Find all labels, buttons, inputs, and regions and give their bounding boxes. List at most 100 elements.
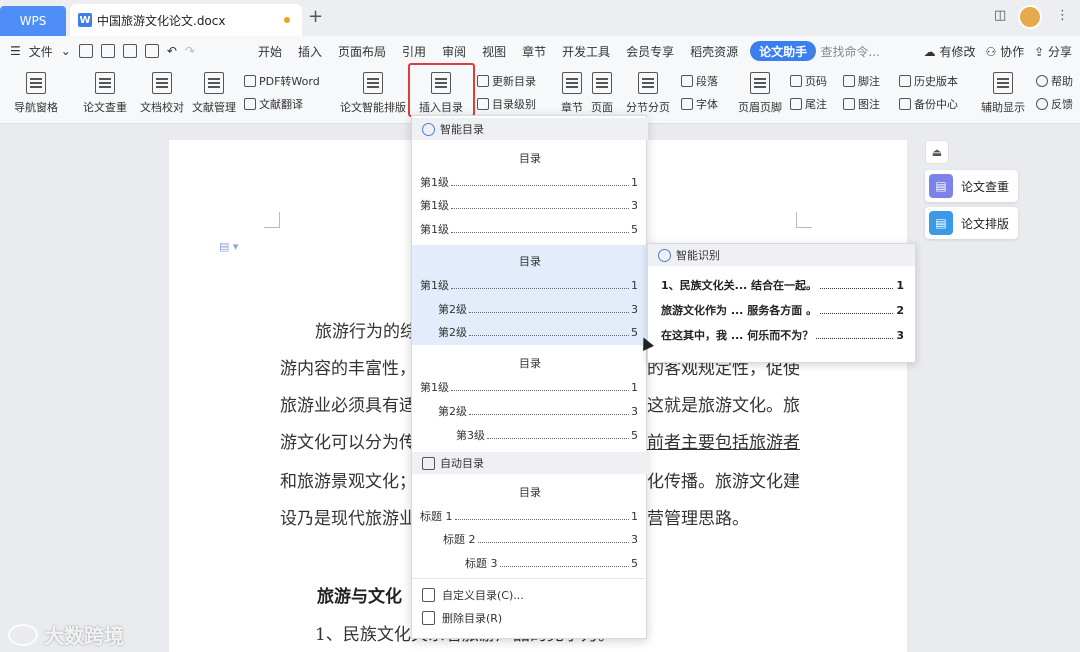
share-label: 分享 — [1047, 45, 1072, 59]
save-icon[interactable] — [78, 44, 93, 58]
menu-tab[interactable]: 章节 — [514, 36, 554, 66]
footnote-button[interactable]: 脚注 — [843, 73, 880, 89]
menu-tab[interactable]: 引用 — [394, 36, 434, 66]
smart-detect-row-text: 旅游文化作为 ... 服务各方面 。 — [661, 304, 818, 317]
pdf-to-word-button[interactable]: PDF转Word — [244, 73, 320, 89]
menu-tab[interactable]: 插入 — [290, 36, 330, 66]
document-tab[interactable]: W 中国旅游文化论文.docx — [70, 4, 302, 36]
feedback-label: 反馈 — [1051, 98, 1073, 111]
body-line: 旅游业必须具有适 — [280, 396, 416, 416]
layout-toggle-icon[interactable]: ◫ — [994, 8, 1006, 23]
assist-display-button[interactable]: 辅助显示 — [974, 66, 1032, 115]
menu-bar: ☰ 文件 ⌄ ↶ ↷ 开始 插入 页面布局 引用 审阅 视图 章节 开发工具 会员专享 稻壳资源论… — [0, 36, 1080, 66]
page-button[interactable]: 页面 — [588, 66, 616, 115]
hamburger-icon[interactable]: ☰ — [10, 44, 21, 58]
history-button[interactable]: 历史版本 — [899, 73, 958, 89]
command-search[interactable]: ⌕ 查找命令... — [810, 43, 880, 60]
paragraph-button[interactable]: 段落 — [681, 73, 718, 89]
custom-toc-label: 自定义目录(C)... — [442, 589, 524, 602]
smart-layout-button[interactable]: 论文智能排版 — [338, 66, 408, 115]
section-button[interactable]: 章节 — [556, 66, 588, 115]
more-menu-icon[interactable]: ⋮ — [1056, 8, 1069, 23]
menu-tab[interactable]: 开始 — [250, 36, 290, 66]
body-line: 游内容的丰富性， — [280, 359, 416, 379]
reference-icon — [204, 72, 224, 94]
menu-tab[interactable]: 视图 — [474, 36, 514, 66]
side-plagiarism-button[interactable]: ▤ 论文查重 — [925, 170, 1018, 202]
toc-template-title: 目录 — [519, 152, 541, 165]
margin-corner — [264, 212, 280, 228]
endnote-button[interactable]: 尾注 — [790, 96, 827, 112]
pdf-to-word-label: PDF转Word — [259, 75, 320, 88]
collab-label: 协作 — [1000, 45, 1025, 59]
menu-tab[interactable]: 页面布局 — [330, 36, 394, 66]
smart-detect-row-page: 1 — [896, 279, 904, 292]
history-icon — [899, 75, 911, 87]
toc-level-button[interactable]: 目录级别 — [477, 96, 536, 112]
redo-icon[interactable]: ↷ — [185, 44, 195, 58]
chevron-down-icon[interactable]: ⌄ — [61, 44, 71, 58]
smart-detect-row[interactable]: 在这其中，我 ... 何乐而不为？ 3 — [661, 327, 904, 343]
dropdown-divider — [412, 578, 648, 579]
caption-button[interactable]: 图注 — [843, 96, 880, 112]
toc-template-title: 目录 — [519, 255, 541, 268]
unsaved-indicator — [284, 17, 290, 23]
share-button[interactable]: ⇪ 分享 — [1034, 43, 1072, 60]
smart-detect-row-text: 1、民族文化关... 结合在一起。 — [661, 279, 818, 292]
menu-tab[interactable]: 稻壳资源 — [682, 36, 746, 66]
toc-template-2[interactable]: 目录 第1级 1 第2级 3 第2级 5 — [412, 245, 648, 345]
print-icon[interactable] — [122, 44, 137, 58]
delete-toc-button[interactable]: 删除目录(R) — [422, 610, 502, 626]
user-avatar[interactable] — [1018, 5, 1042, 29]
header-footer-label: 页眉页脚 — [738, 101, 782, 114]
wps-home-tab[interactable]: WPS — [0, 6, 66, 36]
toc-line: 第2级 3 — [438, 405, 638, 418]
section-break-button[interactable]: 分节分页 — [620, 66, 676, 115]
menu-tab[interactable]: 论文助手 — [750, 41, 817, 61]
backup-button[interactable]: 备份中心 — [899, 96, 958, 112]
paste-options-icon[interactable]: ▤ ▾ — [219, 240, 238, 253]
footnote-icon — [843, 75, 855, 87]
history-label: 历史版本 — [914, 75, 958, 88]
proofread-button[interactable]: 文档校对 — [138, 66, 186, 115]
nav-pane-label: 导航窗格 — [14, 101, 58, 114]
body-line-fragment: 这就是旅游文化。旅 — [647, 396, 800, 416]
feedback-icon — [1036, 98, 1048, 110]
export-pdf-icon[interactable] — [100, 44, 115, 58]
preview-icon[interactable] — [144, 44, 159, 58]
font-button[interactable]: 字体 — [681, 96, 718, 112]
changes-button[interactable]: ☁ 有修改 — [924, 43, 976, 60]
proofread-label: 文档校对 — [140, 101, 184, 114]
menu-tab[interactable]: 会员专享 — [618, 36, 682, 66]
side-layout-button[interactable]: ▤ 论文排版 — [925, 207, 1018, 239]
toc-line: 标题 23 — [443, 533, 638, 546]
nav-pane-button[interactable]: 导航窗格 — [8, 66, 64, 115]
collapse-panel-button[interactable]: ⏏ — [925, 140, 949, 164]
custom-toc-button[interactable]: 自定义目录(C)... — [422, 587, 524, 603]
collab-button[interactable]: ⚇ 协作 — [986, 43, 1025, 60]
translate-button[interactable]: 文献翻译 — [244, 96, 303, 112]
margin-corner — [796, 212, 812, 228]
help-button[interactable]: 帮助 — [1036, 73, 1073, 89]
page-number-button[interactable]: 页码 — [790, 73, 827, 89]
smart-detect-row[interactable]: 旅游文化作为 ... 服务各方面 。 2 — [661, 302, 904, 318]
insert-toc-highlight — [408, 63, 475, 117]
update-toc-button[interactable]: 更新目录 — [477, 73, 536, 89]
smart-detect-row[interactable]: 1、民族文化关... 结合在一起。 1 — [661, 277, 904, 293]
smart-detect-header: 智能识别 — [648, 244, 915, 266]
delete-toc-label: 删除目录(R) — [442, 612, 503, 625]
caption-icon — [843, 98, 855, 110]
plagiarism-check-button[interactable]: 论文查重 — [78, 66, 132, 115]
body-line-fragment: 营管理思路。 — [647, 509, 749, 529]
menu-tab[interactable]: 审阅 — [434, 36, 474, 66]
new-tab-button[interactable]: + — [308, 6, 323, 27]
file-menu[interactable]: 文件 — [29, 43, 53, 60]
help-icon — [1036, 75, 1048, 87]
reference-manager-button[interactable]: 文献管理 — [190, 66, 238, 115]
body-line: 设乃是现代旅游业 — [280, 509, 416, 529]
menu-tab[interactable]: 开发工具 — [554, 36, 618, 66]
feedback-button[interactable]: 反馈 — [1036, 96, 1073, 112]
assist-display-icon — [993, 72, 1013, 94]
undo-icon[interactable]: ↶ — [167, 44, 177, 58]
header-footer-button[interactable]: 页眉页脚 — [734, 66, 786, 115]
